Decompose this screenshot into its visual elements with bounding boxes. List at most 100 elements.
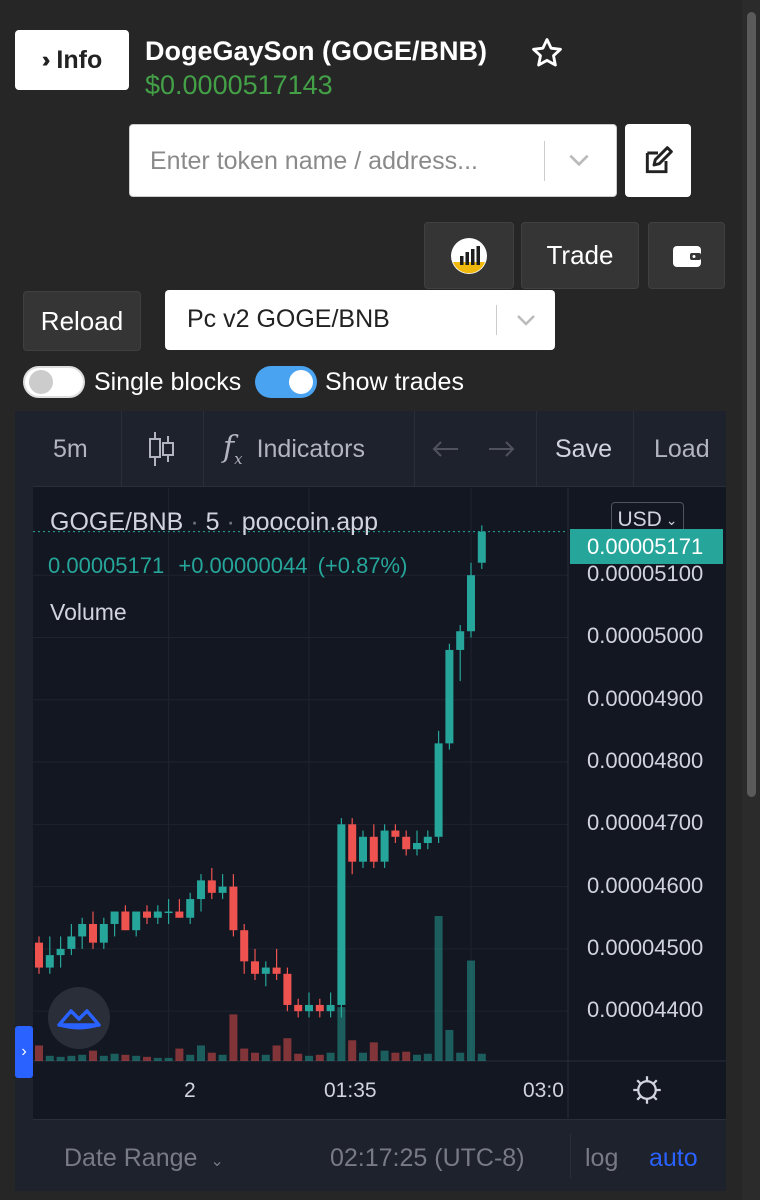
double-chevron-right-icon: ›› [41, 47, 50, 72]
candle-body [369, 836, 378, 862]
date-range-button[interactable]: Date Range ⌄ [64, 1144, 224, 1173]
candle-body [186, 899, 195, 918]
x-tick-label: 2 [184, 1079, 196, 1102]
volume-bar [143, 1056, 151, 1061]
volume-bar [153, 1057, 162, 1061]
edit-button[interactable] [625, 124, 691, 197]
chart-view-button[interactable] [424, 222, 514, 289]
volume-bar [477, 1053, 486, 1061]
volume-bar [380, 1050, 389, 1061]
y-tick-label: 0.00005100 [587, 561, 704, 587]
volume-bar [315, 1054, 324, 1061]
volume-bar [240, 1048, 249, 1061]
candle-body [305, 1004, 313, 1012]
candle-body [251, 961, 259, 974]
candle-body [35, 942, 43, 968]
edit-icon [645, 145, 673, 173]
expand-side-panel-button[interactable]: › [15, 1026, 33, 1078]
volume-bar [359, 1052, 367, 1061]
wallet-icon [672, 245, 701, 267]
chevron-down-icon [517, 315, 535, 326]
y-tick-label: 0.00004800 [587, 748, 704, 774]
candle-type-button[interactable] [133, 411, 188, 487]
volume-bar [456, 1052, 465, 1061]
show-trades-toggle[interactable] [255, 366, 317, 398]
volume-bar [56, 1056, 65, 1061]
wallet-button[interactable] [648, 222, 725, 289]
volume-bar [164, 1057, 173, 1061]
candle-body [67, 936, 76, 949]
candlestick-icon [148, 432, 174, 466]
token-price: $0.0000517143 [145, 70, 333, 100]
chart-widget: › 5m fx Indicators Save Load GOGE/BNB · … [15, 411, 726, 1191]
star-icon[interactable] [530, 36, 564, 70]
y-tick-label: 0.00004900 [587, 685, 704, 711]
last-price-tag: 0.00005171 [570, 529, 723, 564]
redo-icon [489, 441, 515, 457]
pair-select[interactable]: Pc v2 GOGE/BNB [165, 290, 555, 350]
auto-scale-button[interactable]: auto [649, 1144, 698, 1173]
volume-bar [197, 1045, 205, 1061]
settings-gear-icon[interactable] [632, 1075, 662, 1105]
save-button[interactable]: Save [555, 411, 612, 487]
single-blocks-label: Single blocks [94, 368, 242, 396]
candle-body [207, 880, 216, 893]
interval-button[interactable]: 5m [53, 411, 88, 487]
volume-bar [35, 1045, 43, 1061]
chart-legend-title: GOGE/BNB · 5 · poocoin.app [50, 508, 378, 536]
token-search-input[interactable] [150, 143, 540, 179]
candle-body [337, 824, 346, 1005]
volume-bar [229, 1014, 238, 1061]
chevron-down-icon[interactable] [566, 147, 592, 173]
candle-body [153, 911, 162, 918]
undo-icon [432, 441, 458, 457]
info-button[interactable]: ›› Info [15, 30, 129, 90]
search-separator [544, 141, 545, 181]
candle-body [197, 880, 205, 900]
redo-button[interactable] [486, 411, 516, 487]
token-search[interactable] [129, 124, 617, 197]
log-scale-button[interactable]: log [585, 1144, 618, 1173]
load-button[interactable]: Load [654, 411, 710, 487]
candle-body [175, 911, 184, 918]
chart-bottom-bar: Date Range ⌄ 02:17:25 (UTC-8) log auto [33, 1119, 726, 1191]
candle-body [143, 911, 151, 918]
tradingview-logo[interactable] [48, 987, 110, 1049]
y-tick-label: 0.00005000 [587, 623, 704, 649]
scrollbar-thumb[interactable] [747, 12, 756, 797]
y-tick-label: 0.00004400 [587, 997, 704, 1023]
volume-bar [434, 916, 443, 1061]
candle-body [413, 843, 421, 850]
candle-body [283, 973, 292, 1005]
volume-bar [99, 1055, 108, 1061]
volume-bar [445, 1029, 454, 1061]
candle-body [477, 531, 486, 563]
candle-body [456, 631, 465, 650]
candle-body [110, 911, 119, 924]
candle-body [423, 836, 432, 844]
reload-button[interactable]: Reload [23, 291, 141, 351]
candle-body [294, 1004, 303, 1012]
volume-bar [283, 1038, 292, 1061]
candle-body [467, 575, 475, 632]
single-blocks-toggle[interactable] [23, 366, 85, 398]
candle-body [402, 836, 411, 850]
chart-toolbar: 5m fx Indicators Save Load [33, 411, 726, 487]
trade-button[interactable]: Trade [521, 222, 639, 289]
volume-bar [467, 960, 475, 1061]
candle-body [315, 1004, 324, 1012]
candle-body [445, 649, 454, 744]
volume-label: Volume [50, 599, 127, 625]
chevron-down-icon: ⌄ [665, 511, 678, 528]
candle-body [121, 911, 130, 931]
x-tick-label: 01:35 [324, 1079, 377, 1102]
candle-body [359, 836, 367, 862]
indicators-button[interactable]: fx Indicators [223, 411, 365, 487]
undo-button[interactable] [431, 411, 461, 487]
volume-bar [132, 1055, 141, 1061]
candle-body [391, 830, 400, 837]
pair-select-separator [496, 305, 497, 335]
chart-clock: 02:17:25 (UTC-8) [330, 1144, 525, 1172]
candle-body [45, 955, 54, 968]
volume-bar [175, 1048, 184, 1061]
